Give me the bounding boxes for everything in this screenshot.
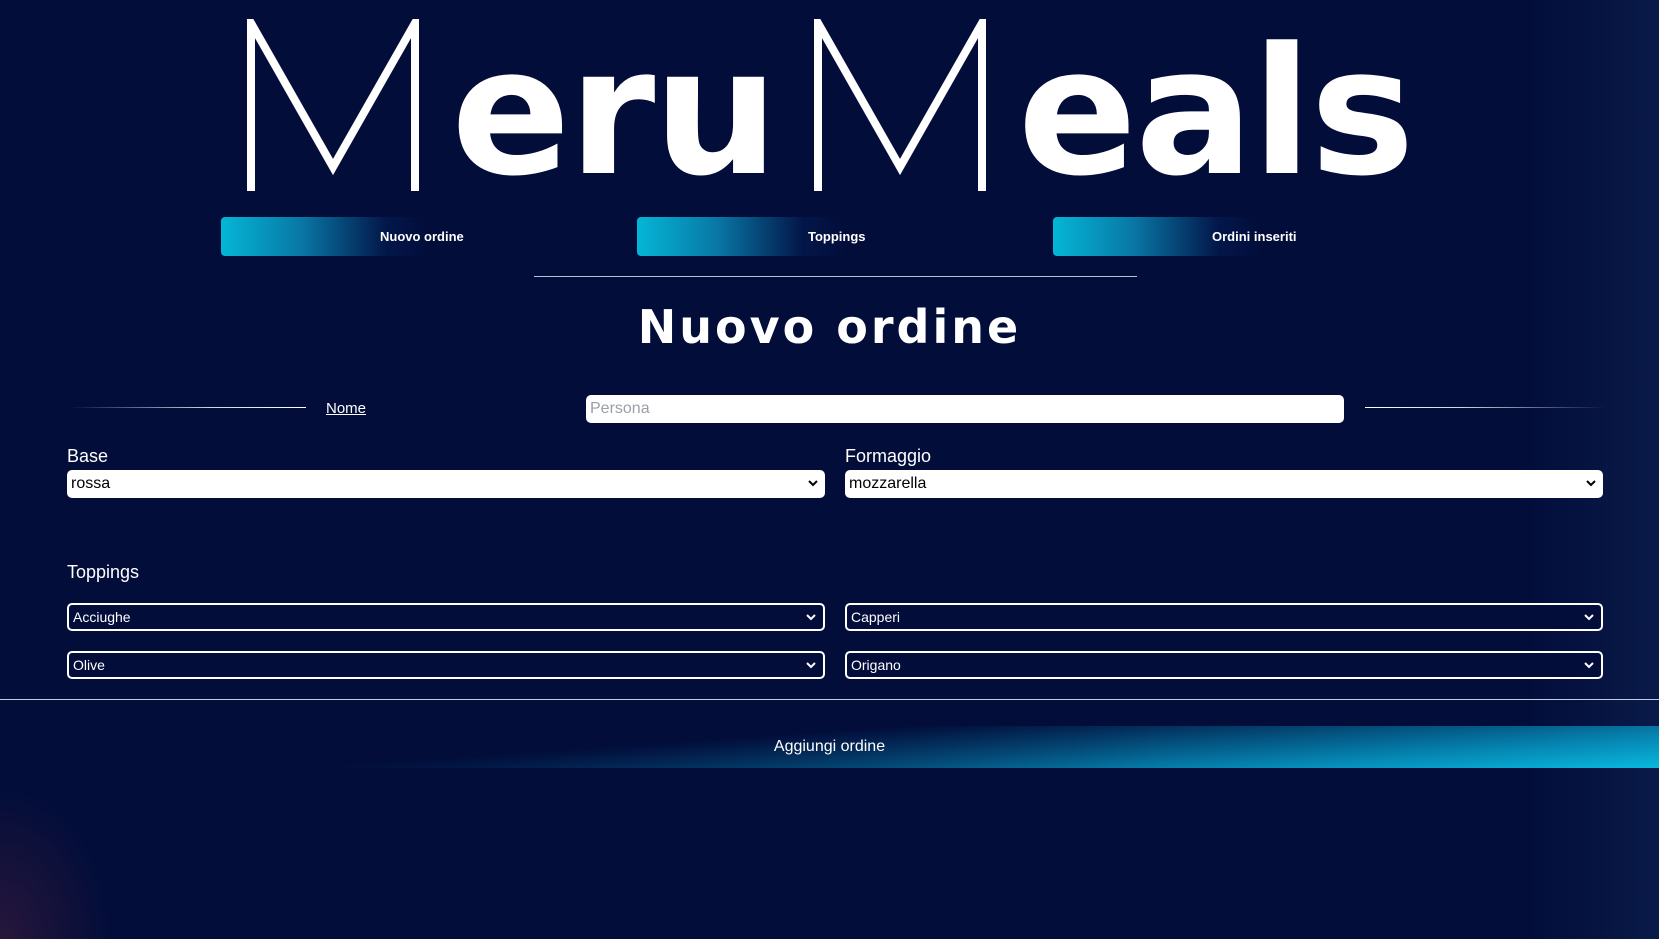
base-label: Base (67, 446, 109, 466)
logo-text-eals: eals (1017, 10, 1415, 215)
topping-select-value: Acciughe (73, 609, 131, 625)
chevron-down-icon (806, 614, 816, 621)
logo-m-letter (813, 19, 986, 191)
toppings-label: Toppings (67, 562, 140, 582)
topping-select-2[interactable]: Capperi (845, 603, 1603, 631)
logo-text-eru: eru (451, 10, 778, 215)
chevron-down-icon (1586, 480, 1596, 487)
formaggio-select[interactable]: mozzarella (845, 470, 1603, 498)
formaggio-select-value: mozzarella (849, 475, 927, 492)
nav-nuovo-ordine-button[interactable]: Nuovo ordine (221, 217, 486, 256)
base-select[interactable]: rossa (67, 470, 825, 498)
formaggio-label: Formaggio (845, 446, 932, 466)
chevron-down-icon (806, 662, 816, 669)
topping-select-value: Capperi (851, 609, 901, 625)
chevron-down-icon (1584, 614, 1594, 621)
chevron-down-icon (808, 480, 818, 487)
logo-m-letter (247, 19, 420, 191)
header-divider (534, 276, 1137, 277)
nav-ordini-inseriti-button[interactable]: Ordini inseriti (1053, 217, 1318, 256)
topping-select-value: Olive (73, 657, 105, 673)
topping-select-4[interactable]: Origano (845, 651, 1603, 679)
nav-item-label: Nuovo ordine (380, 229, 464, 244)
nome-decorative-line-right (1365, 407, 1605, 408)
nome-input[interactable] (586, 395, 1344, 423)
topping-select-value: Origano (851, 657, 901, 673)
form-divider (0, 699, 1659, 700)
nav-item-label: Toppings (808, 229, 866, 244)
brand-logo: eru eals (0, 0, 1659, 205)
nav-toppings-button[interactable]: Toppings (637, 217, 902, 256)
nav-item-label: Ordini inseriti (1212, 229, 1297, 244)
nome-label: Nome (326, 400, 367, 417)
nome-decorative-line-left (70, 407, 306, 408)
chevron-down-icon (1584, 662, 1594, 669)
base-select-value: rossa (71, 475, 111, 492)
topping-select-1[interactable]: Acciughe (67, 603, 825, 631)
brand-logo-wordmark: eru eals (246, 5, 1415, 215)
aggiungi-ordine-label: Aggiungi ordine (773, 738, 886, 755)
page-title: Nuovo ordine (637, 300, 1022, 354)
topping-select-3[interactable]: Olive (67, 651, 825, 679)
aggiungi-ordine-button[interactable]: Aggiungi ordine (0, 726, 1659, 768)
